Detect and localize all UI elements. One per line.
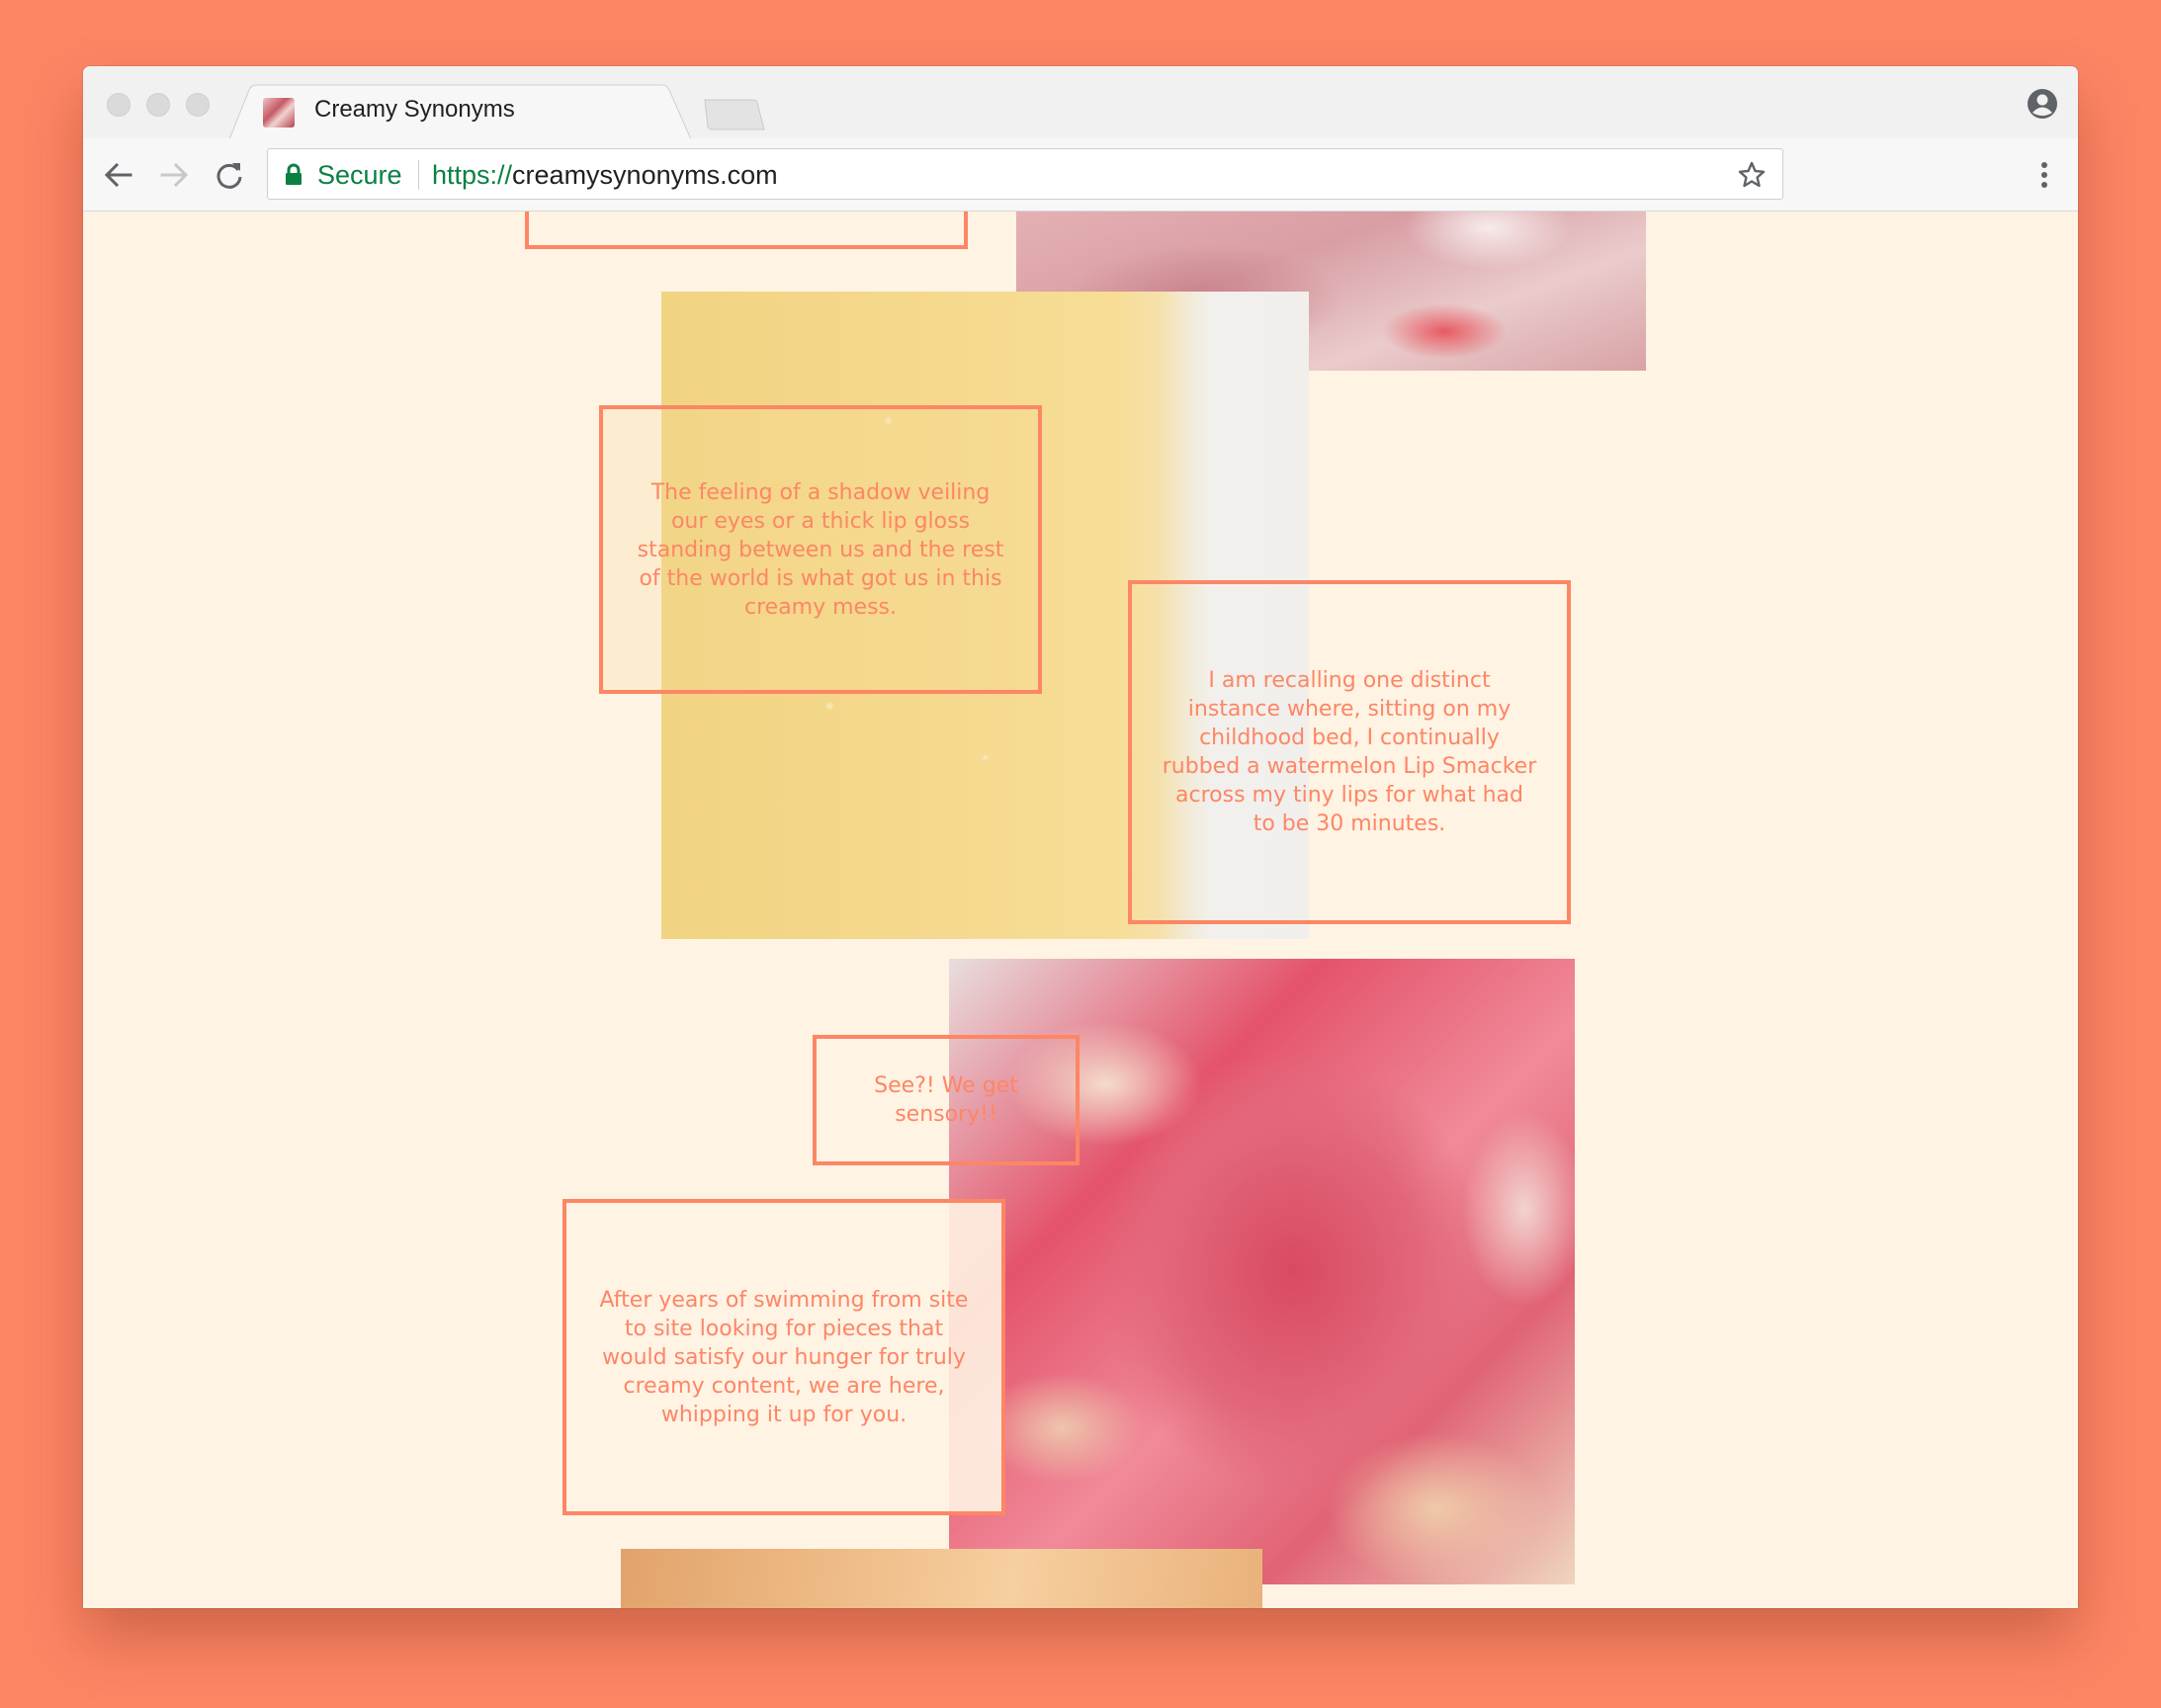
peach-texture-photo — [621, 1549, 1262, 1608]
url-scheme: https:// — [432, 160, 513, 190]
text-creamy-content-paragraph: After years of swimming from site to sit… — [599, 1287, 969, 1427]
text-sensory-paragraph: See?! We get sensory!! — [874, 1073, 1018, 1127]
secure-label: Secure — [317, 160, 402, 190]
text-box-sensory: See?! We get sensory!! — [813, 1035, 1080, 1165]
reload-icon[interactable] — [214, 160, 245, 190]
url-text[interactable]: https://creamysynonyms.com — [432, 160, 778, 191]
browser-window: Creamy Synonyms ✕ Secure — [83, 66, 2078, 1608]
lock-icon — [286, 163, 302, 185]
back-arrow-icon[interactable] — [103, 160, 134, 190]
new-tab-button[interactable] — [701, 98, 766, 131]
text-lip-smacker-paragraph: I am recalling one distinct instance whe… — [1162, 668, 1537, 836]
menu-dots-icon[interactable] — [2040, 160, 2048, 190]
favicon-icon — [263, 98, 295, 128]
address-bar[interactable]: Secure https://creamysynonyms.com — [267, 148, 1783, 200]
page-content: The feeling of a shadow veiling our eyes… — [83, 212, 2078, 1608]
tab-active[interactable]: Creamy Synonyms ✕ — [229, 84, 751, 139]
text-box-lip-smacker: I am recalling one distinct instance whe… — [1128, 580, 1571, 924]
account-icon[interactable] — [2027, 88, 2058, 120]
text-box-creamy-content: After years of swimming from site to sit… — [562, 1199, 1005, 1515]
url-host: creamysynonyms.com — [512, 160, 778, 190]
close-window-button[interactable] — [107, 93, 130, 117]
toolbar: Secure https://creamysynonyms.com — [83, 138, 2078, 212]
tab-strip: Creamy Synonyms ✕ — [83, 66, 2078, 139]
zoom-window-button[interactable] — [186, 93, 210, 117]
forward-arrow-icon[interactable] — [158, 160, 190, 190]
star-icon[interactable] — [1737, 160, 1767, 190]
text-box-partial — [525, 212, 968, 249]
minimize-window-button[interactable] — [146, 93, 170, 117]
text-box-shadow: The feeling of a shadow veiling our eyes… — [599, 405, 1042, 694]
omnibox-separator — [418, 160, 419, 190]
text-shadow-paragraph: The feeling of a shadow veiling our eyes… — [637, 479, 1004, 620]
tab-title: Creamy Synonyms — [314, 96, 515, 123]
